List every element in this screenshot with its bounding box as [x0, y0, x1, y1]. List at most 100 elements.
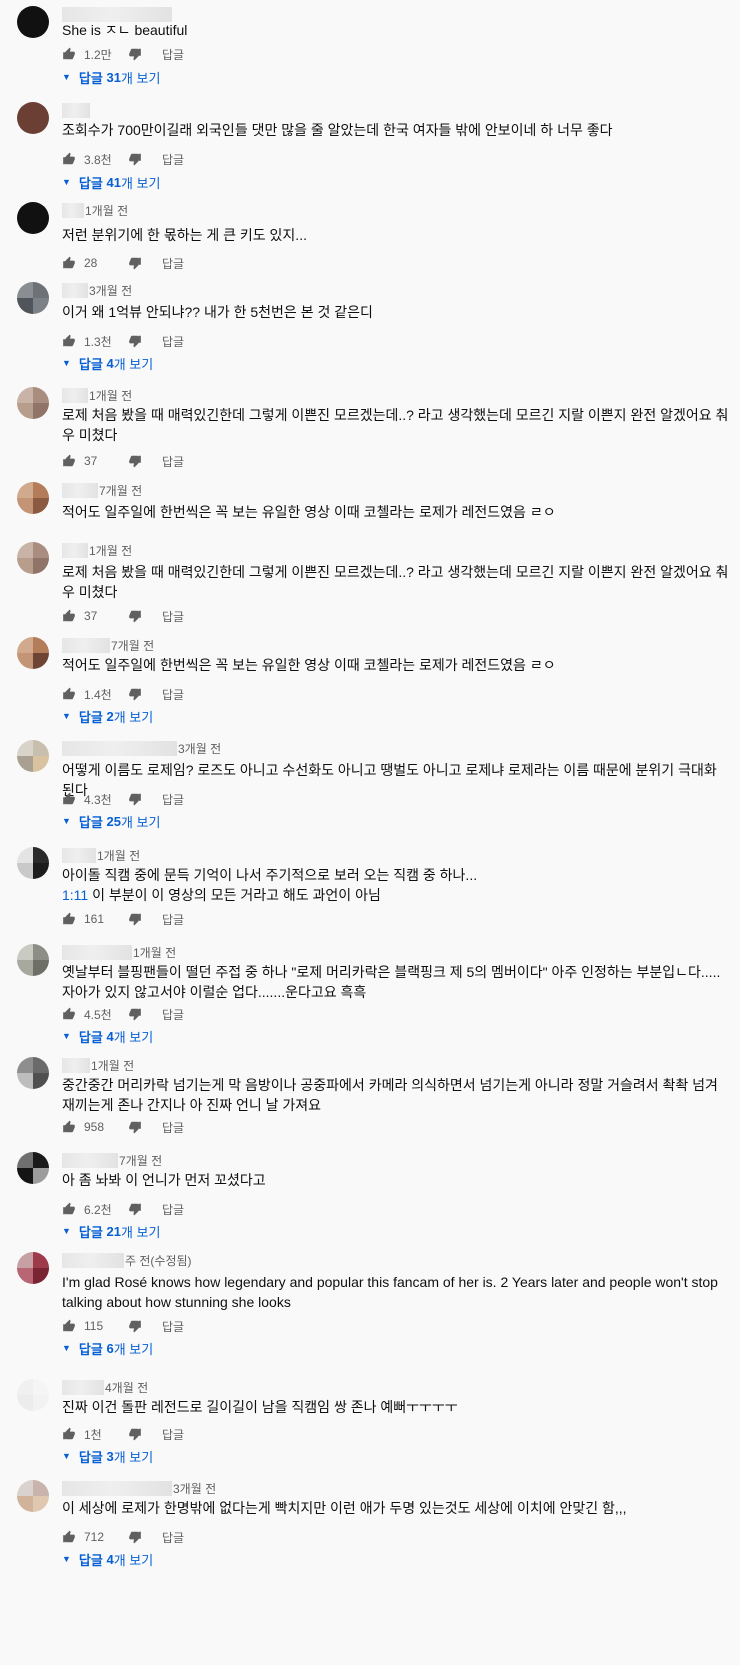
avatar[interactable]	[17, 6, 49, 38]
dislike-icon[interactable]	[128, 1202, 142, 1216]
avatar[interactable]	[17, 740, 49, 772]
author-name[interactable]	[62, 282, 88, 298]
timestamp-link[interactable]: 1:11	[62, 887, 88, 903]
like-icon[interactable]	[62, 454, 76, 468]
author-name[interactable]	[62, 387, 88, 403]
comment-time[interactable]: 7개월 전	[111, 637, 154, 654]
avatar[interactable]	[17, 282, 49, 314]
dislike-icon[interactable]	[128, 1319, 142, 1333]
view-replies-button[interactable]: ▼ 답글 6개 보기	[62, 1339, 153, 1357]
avatar[interactable]	[17, 387, 49, 419]
dislike-icon[interactable]	[128, 1007, 142, 1021]
reply-button[interactable]: 답글	[162, 333, 184, 350]
reply-button[interactable]: 답글	[162, 1318, 184, 1335]
avatar[interactable]	[17, 482, 49, 514]
avatar[interactable]	[17, 102, 49, 134]
avatar[interactable]	[17, 1480, 49, 1512]
dislike-icon[interactable]	[128, 792, 142, 806]
view-replies-button[interactable]: ▼ 답글 31 개 보기	[62, 68, 160, 86]
view-replies-button[interactable]: ▼ 답글 3개 보기	[62, 1447, 153, 1465]
reply-button[interactable]: 답글	[162, 1201, 184, 1218]
author-name[interactable]	[62, 847, 96, 863]
comment-time[interactable]: 1개월 전	[89, 387, 132, 404]
like-icon[interactable]	[62, 912, 76, 926]
like-icon[interactable]	[62, 1427, 76, 1441]
avatar[interactable]	[17, 542, 49, 574]
avatar[interactable]	[17, 1152, 49, 1184]
dislike-icon[interactable]	[128, 1427, 142, 1441]
view-replies-button[interactable]: ▼ 답글 25 개 보기	[62, 812, 160, 830]
comment-time[interactable]: 1개월 전	[133, 944, 176, 961]
dislike-icon[interactable]	[128, 687, 142, 701]
dislike-icon[interactable]	[128, 1530, 142, 1544]
dislike-icon[interactable]	[128, 912, 142, 926]
author-name[interactable]	[62, 637, 110, 653]
like-icon[interactable]	[62, 1530, 76, 1544]
like-icon[interactable]	[62, 1319, 76, 1333]
reply-button[interactable]: 답글	[162, 608, 184, 625]
like-icon[interactable]	[62, 152, 76, 166]
like-icon[interactable]	[62, 334, 76, 348]
comment-time[interactable]: 7개월 전	[119, 1152, 162, 1169]
avatar[interactable]	[17, 944, 49, 976]
comment-time[interactable]: 주 전(수정됨)	[125, 1252, 192, 1269]
author-name[interactable]	[62, 542, 88, 558]
comment-time[interactable]: 1개월 전	[91, 1057, 134, 1074]
reply-button[interactable]: 답글	[162, 791, 184, 808]
dislike-icon[interactable]	[128, 1120, 142, 1134]
dislike-icon[interactable]	[128, 454, 142, 468]
author-name[interactable]	[62, 1057, 90, 1073]
author-name[interactable]	[62, 1252, 124, 1268]
like-icon[interactable]	[62, 792, 76, 806]
author-name[interactable]	[62, 482, 98, 498]
like-icon[interactable]	[62, 1202, 76, 1216]
comment-time[interactable]: 3개월 전	[178, 740, 221, 757]
avatar[interactable]	[17, 637, 49, 669]
like-icon[interactable]	[62, 609, 76, 623]
comment-time[interactable]: 7개월 전	[99, 482, 142, 499]
view-replies-button[interactable]: ▼ 답글 4개 보기	[62, 1027, 153, 1045]
author-name[interactable]	[62, 1152, 118, 1168]
reply-button[interactable]: 답글	[162, 1119, 184, 1136]
author-name[interactable]	[62, 102, 90, 118]
reply-button[interactable]: 답글	[162, 255, 184, 272]
avatar[interactable]	[17, 202, 49, 234]
view-replies-button[interactable]: ▼ 답글 2개 보기	[62, 707, 153, 725]
view-replies-button[interactable]: ▼ 답글 21 개 보기	[62, 1222, 160, 1240]
reply-button[interactable]: 답글	[162, 1529, 184, 1546]
comment-time[interactable]: 1개월 전	[85, 202, 128, 219]
author-name[interactable]	[62, 202, 84, 218]
dislike-icon[interactable]	[128, 152, 142, 166]
reply-button[interactable]: 답글	[162, 1426, 184, 1443]
like-icon[interactable]	[62, 47, 76, 61]
view-replies-button[interactable]: ▼ 답글 4개 보기	[62, 354, 153, 372]
reply-button[interactable]: 답글	[162, 911, 184, 928]
reply-button[interactable]: 답글	[162, 1006, 184, 1023]
avatar[interactable]	[17, 1252, 49, 1284]
like-icon[interactable]	[62, 1120, 76, 1134]
author-name[interactable]	[62, 1480, 172, 1496]
author-name[interactable]	[62, 740, 177, 756]
comment-time[interactable]: 4개월 전	[105, 1379, 148, 1396]
dislike-icon[interactable]	[128, 256, 142, 270]
author-name[interactable]	[62, 944, 132, 960]
reply-button[interactable]: 답글	[162, 453, 184, 470]
like-icon[interactable]	[62, 687, 76, 701]
dislike-icon[interactable]	[128, 609, 142, 623]
dislike-icon[interactable]	[128, 47, 142, 61]
avatar[interactable]	[17, 1379, 49, 1411]
view-replies-button[interactable]: ▼ 답글 41 개 보기	[62, 173, 160, 191]
author-name[interactable]	[62, 1379, 104, 1395]
view-replies-button[interactable]: ▼ 답글 4개 보기	[62, 1550, 153, 1568]
like-icon[interactable]	[62, 256, 76, 270]
avatar[interactable]	[17, 847, 49, 879]
avatar[interactable]	[17, 1057, 49, 1089]
like-icon[interactable]	[62, 1007, 76, 1021]
reply-button[interactable]: 답글	[162, 46, 184, 63]
reply-button[interactable]: 답글	[162, 686, 184, 703]
comment-time[interactable]: 3개월 전	[89, 282, 132, 299]
comment-time[interactable]: 1개월 전	[89, 542, 132, 559]
reply-button[interactable]: 답글	[162, 151, 184, 168]
comment-time[interactable]: 3개월 전	[173, 1480, 216, 1497]
dislike-icon[interactable]	[128, 334, 142, 348]
